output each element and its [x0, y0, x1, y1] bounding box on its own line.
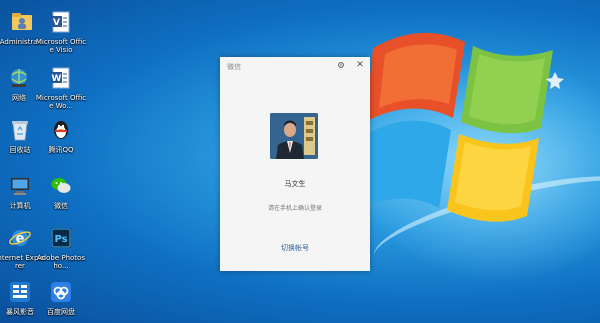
- desktop-icon-baidu-netdisk[interactable]: 百度网盘: [35, 278, 87, 316]
- login-hint: 请在手机上确认登录: [267, 205, 322, 212]
- gear-icon: [338, 62, 344, 68]
- svg-text:Ps: Ps: [54, 234, 67, 245]
- desktop-icon-qq[interactable]: 腾讯QQ: [35, 116, 87, 154]
- desktop-icon-wechat[interactable]: 微信: [35, 172, 87, 210]
- desktop-background: Administra... 网络 回收站 计算机 e Internet Expl…: [0, 0, 600, 323]
- globe-network-icon: [5, 64, 33, 92]
- desktop-icon-label: 百度网盘: [47, 308, 75, 316]
- desktop-icon-label: 微信: [54, 202, 68, 210]
- desktop-icon-word[interactable]: W Microsoft Office Wo...: [35, 64, 87, 110]
- internet-explorer-icon: e: [6, 224, 34, 252]
- desktop-icon-label: Microsoft Office Wo...: [35, 94, 87, 110]
- user-folder-icon: [8, 8, 36, 36]
- desktop-icon-visio[interactable]: V Microsoft Office Visio: [35, 8, 87, 54]
- svg-text:W: W: [52, 74, 62, 84]
- baofeng-player-icon: [6, 278, 34, 306]
- wechat-login-window: 微信 ✕ 马文生 请在手机上确认登录 切换帐号: [220, 57, 370, 271]
- baidu-netdisk-icon: [47, 278, 75, 306]
- windows-logo: [365, 32, 564, 222]
- wechat-icon: [47, 172, 75, 200]
- window-title: 微信: [227, 63, 241, 71]
- photoshop-icon: Ps: [47, 224, 75, 252]
- recycle-bin-icon: [6, 116, 34, 144]
- svg-text:V: V: [53, 18, 60, 28]
- desktop-icon-label: Adobe Photosho...: [37, 254, 85, 270]
- computer-icon: [6, 172, 34, 200]
- flag-blue-pane: [365, 120, 451, 208]
- desktop-icon-photoshop[interactable]: Ps Adobe Photosho...: [35, 224, 87, 270]
- close-button[interactable]: ✕: [353, 58, 367, 72]
- user-name: 马文生: [284, 180, 306, 188]
- desktop-icon-label: Microsoft Office Visio: [35, 38, 87, 54]
- avatar: [270, 113, 318, 159]
- visio-icon: V: [47, 8, 75, 36]
- desktop-icon-label: 腾讯QQ: [48, 146, 74, 154]
- settings-button[interactable]: [334, 58, 348, 72]
- switch-account-link[interactable]: 切换帐号: [220, 243, 370, 253]
- word-icon: W: [47, 64, 75, 92]
- qq-penguin-icon: [47, 116, 75, 144]
